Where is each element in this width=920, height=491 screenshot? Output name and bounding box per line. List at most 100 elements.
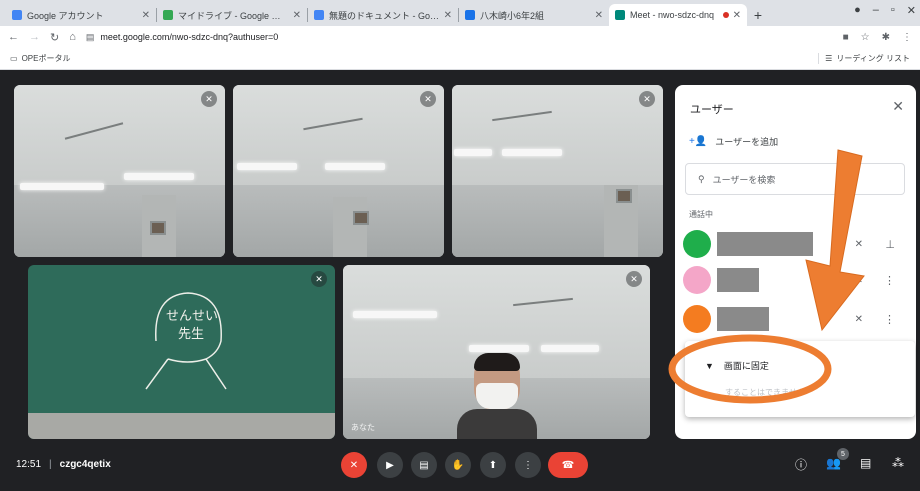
ceiling-light [353, 311, 437, 318]
ceiling-light [502, 149, 562, 156]
meeting-details-icon[interactable]: ⓘ [795, 456, 807, 473]
tab-close-icon[interactable]: ✕ [733, 10, 741, 21]
muted-mic-icon: ✕ [311, 271, 327, 287]
present-screen-button[interactable]: ⬆ [480, 452, 506, 478]
pin-icon[interactable]: ⊥ [885, 238, 895, 251]
forward-icon[interactable]: → [29, 31, 40, 43]
tab-class-site[interactable]: 八木崎小6年2組 ✕ [459, 4, 609, 26]
muted-mic-icon: ✕ [854, 274, 863, 286]
tab-label: 無題のドキュメント - Goog [329, 10, 440, 21]
browser-toolbar: ← → ↻ ⌂ ▤ meet.google.com/nwo-sdzc-dnq?a… [0, 26, 920, 48]
redacted-name [717, 307, 769, 331]
mic-toggle-button[interactable]: ✕ [341, 452, 367, 478]
google-favicon-icon [12, 10, 22, 20]
participant-row[interactable]: ✕ ⊥ [683, 230, 909, 258]
wall-speaker [616, 189, 632, 203]
more-options-button[interactable]: ⋮ [515, 452, 541, 478]
muted-mic-icon: ✕ [201, 91, 217, 107]
site-info-icon[interactable]: ▤ [86, 32, 95, 43]
pin-to-screen-item[interactable]: ▼ 画面に固定 [705, 359, 769, 372]
panel-title: ユーザー [690, 104, 734, 116]
wall-speaker [353, 211, 369, 225]
address-bar[interactable]: ▤ meet.google.com/nwo-sdzc-dnq?authuser=… [86, 28, 833, 46]
redacted-name [717, 232, 813, 256]
video-tile-3[interactable]: ✕ [452, 85, 663, 257]
muted-mic-icon: ✕ [626, 271, 642, 287]
search-people-input[interactable]: ⚲ ユーザーを検索 [685, 163, 905, 195]
activities-icon[interactable]: ⁂ [892, 456, 904, 470]
video-tile-self[interactable]: ✕ あなた [343, 265, 650, 439]
ceiling-light [237, 163, 297, 170]
camera-toggle-button[interactable]: ▶ [377, 452, 403, 478]
ceiling-light [325, 163, 385, 170]
participant-row[interactable]: ✕ ⋮ [683, 266, 909, 294]
tab-meet[interactable]: Meet - nwo-sdzc-dnq ✕ [609, 4, 747, 26]
more-options-icon[interactable]: ⋮ [884, 313, 895, 326]
tab-label: マイドライブ - Google ドラ [178, 10, 289, 21]
captions-button[interactable]: ▤ [411, 452, 437, 478]
url-text: meet.google.com/nwo-sdzc-dnq?authuser=0 [100, 32, 279, 42]
pillar [333, 197, 367, 257]
home-icon[interactable]: ⌂ [69, 31, 76, 43]
video-tile-teacher[interactable]: せんせい 先生 ✕ [28, 265, 335, 439]
ceiling-light [469, 345, 529, 352]
reading-list-icon: ☰ [825, 54, 833, 63]
reading-list-button[interactable]: ☰ リーディング リスト [818, 53, 910, 64]
avatar [683, 305, 711, 333]
bookmarks-bar: ▭ OPEポータル ☰ リーディング リスト [0, 48, 920, 70]
face-mask [475, 383, 518, 409]
person-hair [473, 353, 520, 371]
muted-mic-icon: ✕ [854, 313, 863, 325]
participant-name-self: あなた [351, 423, 375, 432]
extensions-icon[interactable]: ✱ [882, 32, 890, 43]
muted-mic-icon: ✕ [639, 91, 655, 107]
participant-row[interactable]: ✕ ⋮ [683, 305, 909, 333]
meet-favicon-icon [615, 10, 625, 20]
close-panel-icon[interactable]: ✕ [892, 98, 904, 115]
more-options-icon[interactable]: ⋮ [884, 274, 895, 287]
tab-label: 八木崎小6年2組 [480, 10, 545, 21]
menu-icon[interactable]: ⋮ [902, 32, 912, 43]
tab-untitled-document[interactable]: 無題のドキュメント - Goog ✕ [308, 4, 458, 26]
classroom-favicon-icon [465, 10, 475, 20]
raise-hand-button[interactable]: ✋ [445, 452, 471, 478]
video-tile-2[interactable]: ✕ [233, 85, 444, 257]
bookmark-star-icon[interactable]: ☆ [861, 32, 870, 43]
reload-icon[interactable]: ↻ [50, 31, 59, 44]
docs-favicon-icon [314, 10, 324, 20]
tab-close-icon[interactable]: ✕ [142, 10, 150, 21]
add-user-button[interactable]: +👤 ユーザーを追加 [689, 135, 778, 148]
chat-icon[interactable]: ▤ [860, 456, 871, 470]
participant-menu: ▼ 画面に固定 することはできません [685, 341, 915, 417]
ceiling-light [541, 345, 599, 352]
meeting-code: czgc4qetix [59, 459, 111, 470]
ceiling-light [454, 149, 492, 156]
tab-my-drive[interactable]: マイドライブ - Google ドラ ✕ [157, 4, 307, 26]
camera-in-use-icon[interactable]: ■ [843, 32, 849, 43]
participant-count-badge: 5 [837, 448, 849, 460]
chalk-text-kanji: 先生 [178, 327, 205, 342]
close-window-icon[interactable]: ✕ [907, 4, 916, 17]
minimize-icon[interactable]: – [873, 4, 879, 17]
add-user-label: ユーザーを追加 [715, 137, 779, 147]
recording-indicator-icon [722, 12, 729, 18]
call-controls-bar: 12:51 | czgc4qetix ✕ ▶ ▤ ✋ ⬆ ⋮ ☎ ⓘ 👥 ▤ ⁂ [0, 440, 920, 491]
bookmark-ope-portal[interactable]: ▭ OPEポータル [10, 53, 70, 64]
ceiling [452, 85, 663, 185]
person-body [456, 409, 537, 439]
tab-close-icon[interactable]: ✕ [595, 10, 603, 21]
video-tile-1[interactable]: ✕ [14, 85, 225, 257]
search-icon: ⚲ [698, 173, 705, 184]
avatar [683, 230, 711, 258]
profile-icon[interactable]: ● [854, 4, 861, 17]
chalk-text-hiragana: せんせい [166, 309, 219, 324]
restore-icon[interactable]: ▫ [891, 4, 895, 17]
leave-call-button[interactable]: ☎ [548, 452, 588, 478]
tab-close-icon[interactable]: ✕ [293, 10, 301, 21]
new-tab-button[interactable]: + [747, 4, 769, 26]
folder-icon: ▭ [10, 54, 18, 63]
back-icon[interactable]: ← [8, 31, 19, 43]
tab-close-icon[interactable]: ✕ [444, 10, 452, 21]
tab-google-account[interactable]: Google アカウント ✕ [6, 4, 156, 26]
muted-mic-icon: ✕ [854, 238, 863, 250]
